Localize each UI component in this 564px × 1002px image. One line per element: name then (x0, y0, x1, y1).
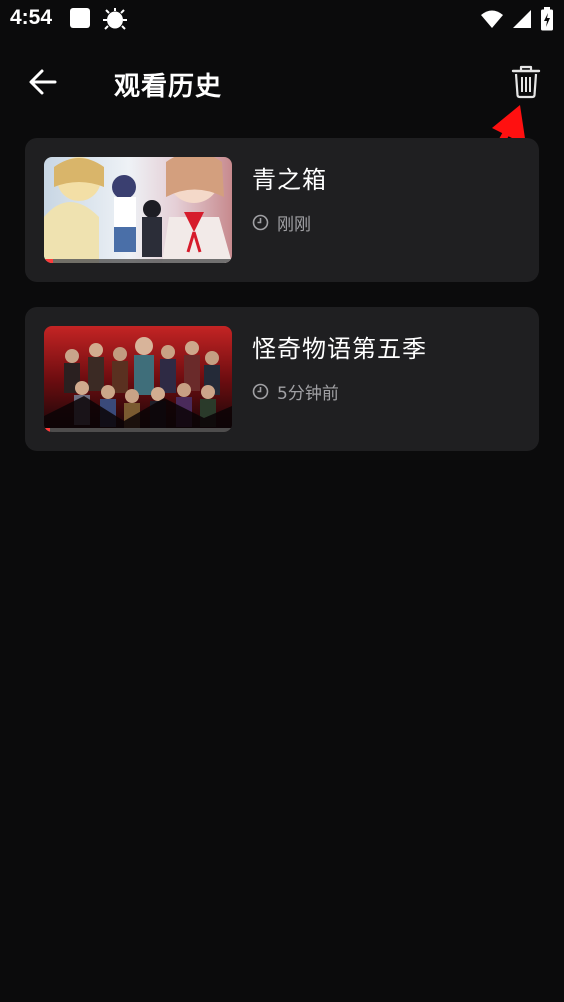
wifi-icon (481, 10, 503, 28)
watch-time-text: 5分钟前 (277, 384, 339, 404)
history-item[interactable]: 青之箱 刚刚 (25, 138, 539, 282)
history-item[interactable]: 怪奇物语第五季 5分钟前 (25, 307, 539, 451)
status-right-group (480, 7, 554, 31)
trash-icon (511, 65, 541, 99)
arrow-left-icon (29, 69, 57, 95)
watch-time: 5分钟前 (252, 379, 339, 404)
video-thumbnail (44, 326, 232, 432)
clock-icon (252, 214, 269, 231)
status-bar: 4:54 (0, 0, 564, 38)
video-thumbnail (44, 157, 232, 263)
video-title: 青之箱 (252, 166, 327, 194)
notification-square-icon (70, 8, 90, 28)
watch-progress-fill (44, 428, 50, 432)
video-title: 怪奇物语第五季 (252, 335, 427, 363)
watch-time-text: 刚刚 (277, 215, 311, 235)
watch-time: 刚刚 (252, 210, 311, 235)
page-title: 观看历史 (114, 72, 223, 102)
bug-icon (102, 6, 128, 36)
status-time: 4:54 (10, 6, 53, 29)
back-button[interactable] (24, 62, 64, 102)
watch-progress-track (44, 428, 232, 432)
signal-icon (513, 10, 531, 28)
history-list: 青之箱 刚刚 怪奇物语第五季 5分钟前 (25, 138, 539, 476)
clock-icon (252, 383, 269, 400)
watch-progress-fill (44, 259, 54, 263)
delete-history-button[interactable] (506, 62, 546, 102)
battery-charging-icon (541, 7, 553, 31)
watch-progress-track (44, 259, 232, 263)
